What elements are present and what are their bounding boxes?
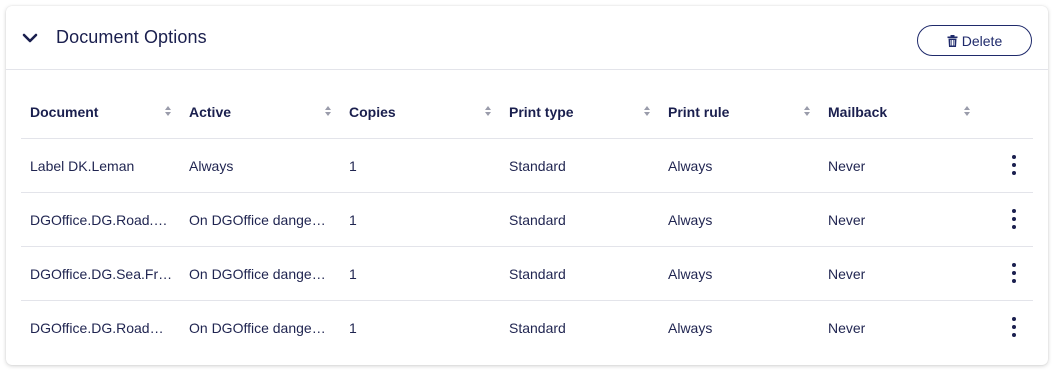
cell-document: DGOffice.DG.Road.F…	[30, 211, 173, 228]
cell-active: On DGOffice dange…	[189, 319, 326, 336]
column-header-document[interactable]: Document	[21, 85, 180, 138]
more-vertical-icon[interactable]	[1007, 209, 1021, 229]
cell-active: Always	[189, 157, 234, 174]
delete-button-label: Delete	[961, 32, 1003, 49]
cell-document: DGOffice.DG.Sea.Fr…	[30, 265, 173, 282]
trash-icon	[947, 34, 958, 47]
cell-active: On DGOffice dange…	[189, 265, 326, 282]
more-vertical-icon[interactable]	[1007, 317, 1021, 337]
more-vertical-icon[interactable]	[1007, 155, 1021, 175]
cell-print-rule: Always	[668, 211, 713, 228]
table-row[interactable]: Label DK.Leman Always 1 Standard Always …	[21, 139, 1033, 193]
cell-mailback: Never	[828, 157, 866, 174]
column-header-print-type[interactable]: Print type	[500, 85, 659, 138]
cell-copies: 1	[349, 265, 357, 282]
cell-document: DGOffice.DG.RoadU…	[30, 319, 173, 336]
cell-document: Label DK.Leman	[30, 157, 135, 174]
column-header-print-rule[interactable]: Print rule	[659, 85, 819, 138]
cell-print-type: Standard	[509, 265, 566, 282]
card-title: Document Options	[56, 27, 207, 47]
sort-icon[interactable]	[643, 104, 651, 118]
column-header-mailback[interactable]: Mailback	[819, 85, 979, 138]
sort-icon[interactable]	[803, 104, 811, 118]
cell-print-type: Standard	[509, 157, 566, 174]
collapse-button[interactable]	[20, 28, 40, 48]
table-row[interactable]: DGOffice.DG.Road.F… On DGOffice dange… 1…	[21, 193, 1033, 247]
cell-print-rule: Always	[668, 265, 713, 282]
document-options-table: Document Active Copies Print type Print …	[21, 85, 1033, 354]
document-options-card: Document Options Delete Document Active …	[6, 6, 1048, 365]
sort-icon[interactable]	[484, 104, 492, 118]
cell-mailback: Never	[828, 265, 866, 282]
cell-copies: 1	[349, 211, 357, 228]
sort-icon[interactable]	[963, 104, 971, 118]
delete-button[interactable]: Delete	[917, 25, 1032, 56]
table-row[interactable]: DGOffice.DG.Sea.Fr… On DGOffice dange… 1…	[21, 247, 1033, 301]
table-row[interactable]: DGOffice.DG.RoadU… On DGOffice dange… 1 …	[21, 301, 1033, 354]
sort-icon[interactable]	[324, 104, 332, 118]
cell-active: On DGOffice dange…	[189, 211, 326, 228]
chevron-down-icon	[22, 33, 38, 43]
column-header-copies[interactable]: Copies	[340, 85, 500, 138]
cell-print-type: Standard	[509, 319, 566, 336]
column-header-active[interactable]: Active	[180, 85, 340, 138]
cell-print-type: Standard	[509, 211, 566, 228]
sort-icon[interactable]	[164, 104, 172, 118]
cell-print-rule: Always	[668, 319, 713, 336]
cell-mailback: Never	[828, 319, 866, 336]
cell-print-rule: Always	[668, 157, 713, 174]
more-vertical-icon[interactable]	[1007, 263, 1021, 283]
cell-copies: 1	[349, 157, 357, 174]
cell-mailback: Never	[828, 211, 866, 228]
table-header-row: Document Active Copies Print type Print …	[21, 85, 1033, 139]
card-header: Document Options Delete	[6, 6, 1048, 70]
cell-copies: 1	[349, 319, 357, 336]
